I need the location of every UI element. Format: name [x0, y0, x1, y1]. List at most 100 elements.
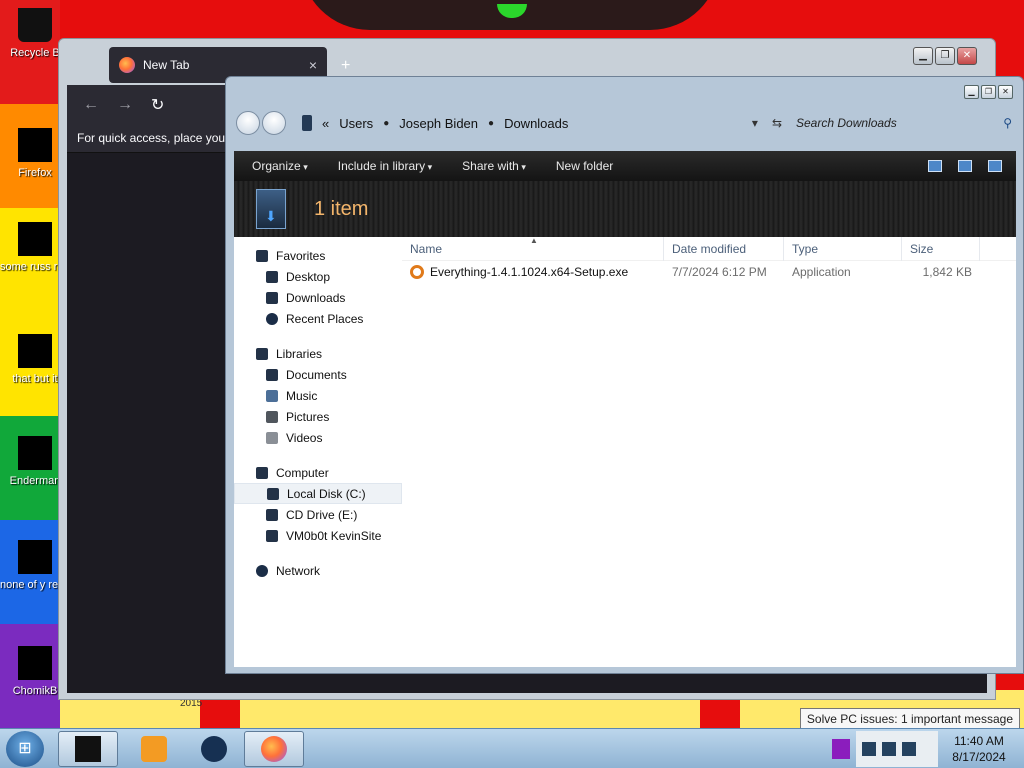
- back-button[interactable]: [236, 111, 260, 135]
- include-in-library-button[interactable]: Include in library: [338, 159, 432, 173]
- nav-favorites[interactable]: Favorites: [234, 245, 402, 266]
- minimize-button[interactable]: ▁: [964, 85, 979, 99]
- nav-label: Videos: [286, 430, 323, 445]
- refresh-icon[interactable]: ⇆: [772, 116, 782, 130]
- back-icon[interactable]: ←: [83, 96, 99, 114]
- change-view-icon[interactable]: [928, 160, 942, 172]
- search-input[interactable]: Search Downloads ⚲: [790, 112, 1016, 134]
- window-controls: ▁ ❐ ✕: [964, 85, 1013, 99]
- nav-group-favorites: Favorites Desktop Downloads Recent Place…: [234, 245, 402, 329]
- taskbar-media-player[interactable]: [124, 731, 184, 767]
- music-icon: [266, 389, 278, 402]
- sort-ascending-icon: ▲: [530, 235, 538, 245]
- nav-label: Network: [276, 563, 321, 578]
- share-with-button[interactable]: Share with: [462, 159, 526, 173]
- taskbar-firefox[interactable]: [244, 731, 304, 767]
- recent-places-icon: [266, 312, 278, 325]
- column-headers: ▲ Name Date modified Type Size: [402, 236, 1016, 261]
- explorer-icon: [75, 736, 101, 762]
- nav-libraries[interactable]: Libraries: [234, 343, 402, 364]
- address-actions: ▾ ⇆: [752, 116, 782, 130]
- action-center-flag-icon[interactable]: [832, 739, 850, 759]
- folder-banner: 1 item: [234, 181, 1016, 237]
- explorer-titlebar[interactable]: ▁ ❐ ✕: [226, 77, 1023, 101]
- nav-downloads[interactable]: Downloads: [234, 287, 402, 308]
- display-tray-icon[interactable]: [882, 742, 896, 756]
- nav-label: Downloads: [286, 290, 346, 305]
- clock[interactable]: 11:40 AM 8/17/2024: [944, 733, 1014, 765]
- search-icon[interactable]: ⚲: [1003, 116, 1012, 130]
- nav-local-disk[interactable]: Local Disk (C:): [234, 483, 402, 504]
- forward-button[interactable]: [262, 111, 286, 135]
- breadcrumb-separator[interactable]: ●: [383, 118, 389, 129]
- nav-label: Desktop: [286, 269, 331, 284]
- close-button[interactable]: ✕: [998, 85, 1013, 99]
- help-icon[interactable]: [988, 160, 1002, 172]
- column-type[interactable]: Type: [784, 236, 902, 261]
- column-size[interactable]: Size: [902, 236, 980, 261]
- breadcrumb-item-users[interactable]: Users: [339, 116, 373, 131]
- nav-documents[interactable]: Documents: [234, 364, 402, 385]
- breadcrumb[interactable]: « Users ● Joseph Biden ● Downloads: [302, 110, 752, 136]
- command-bar: Organize Include in library Share with N…: [234, 151, 1016, 181]
- notification-tooltip: Solve PC issues: 1 important message: [799, 708, 1020, 730]
- taskbar-explorer[interactable]: [58, 731, 118, 767]
- column-label: Name: [410, 241, 443, 256]
- forward-icon[interactable]: →: [117, 96, 133, 114]
- media-player-icon: [141, 736, 167, 762]
- nav-music[interactable]: Music: [234, 385, 402, 406]
- recycle-bin-icon: [18, 8, 52, 42]
- firefox-icon: [119, 57, 135, 73]
- nav-label: Favorites: [276, 248, 326, 263]
- clock-time: 11:40 AM: [954, 734, 1004, 748]
- taskbar-globe[interactable]: [184, 731, 244, 767]
- desktop-icon: [266, 270, 278, 283]
- history-dropdown-icon[interactable]: ▾: [752, 116, 758, 130]
- network-drive-icon: [266, 529, 278, 542]
- maximize-button[interactable]: ❐: [981, 85, 996, 99]
- window-controls: ▁ ❐ ✕: [913, 47, 977, 65]
- close-tab-icon[interactable]: ×: [309, 57, 317, 73]
- preview-pane-icon[interactable]: [958, 160, 972, 172]
- explorer-window[interactable]: ▁ ❐ ✕ « Users ● Joseph Biden ● Downloads…: [225, 76, 1024, 674]
- nav-desktop[interactable]: Desktop: [234, 266, 402, 287]
- file-icon: [18, 540, 52, 574]
- nav-videos[interactable]: Videos: [234, 427, 402, 448]
- nav-computer[interactable]: Computer: [234, 462, 402, 483]
- file-icon: [18, 334, 52, 368]
- new-tab-button[interactable]: +: [341, 57, 350, 75]
- address-row: « Users ● Joseph Biden ● Downloads ▾ ⇆ S…: [236, 105, 1016, 141]
- breadcrumb-item-downloads[interactable]: Downloads: [504, 116, 568, 131]
- network-tray-icon[interactable]: [862, 742, 876, 756]
- downloads-folder-icon: [256, 189, 286, 229]
- nav-cd-drive[interactable]: CD Drive (E:): [234, 504, 402, 525]
- column-name[interactable]: ▲ Name: [402, 236, 664, 261]
- tray-icons: [856, 731, 938, 767]
- nav-pictures[interactable]: Pictures: [234, 406, 402, 427]
- nav-network[interactable]: Network: [234, 560, 402, 581]
- column-date-modified[interactable]: Date modified: [664, 236, 784, 261]
- nav-recent-places[interactable]: Recent Places: [234, 308, 402, 329]
- close-button[interactable]: ✕: [957, 47, 977, 65]
- maximize-button[interactable]: ❐: [935, 47, 955, 65]
- file-row[interactable]: Everything-1.4.1.1024.x64-Setup.exe 7/7/…: [402, 261, 1016, 283]
- firefox-icon: [18, 128, 52, 162]
- hard-drive-icon: [267, 487, 279, 500]
- start-button[interactable]: ⊞: [6, 731, 44, 767]
- organize-button[interactable]: Organize: [252, 159, 308, 173]
- file-name-cell: Everything-1.4.1.1024.x64-Setup.exe: [402, 265, 664, 279]
- breadcrumb-separator[interactable]: ●: [488, 118, 494, 129]
- breadcrumb-prefix[interactable]: «: [322, 116, 329, 131]
- network-icon: [256, 564, 268, 577]
- breadcrumb-item-user[interactable]: Joseph Biden: [399, 116, 478, 131]
- file-type: Application: [792, 265, 851, 279]
- nav-label: CD Drive (E:): [286, 507, 358, 522]
- new-folder-button[interactable]: New folder: [556, 159, 613, 173]
- view-controls: [928, 160, 1002, 172]
- nav-group-computer: Computer Local Disk (C:) CD Drive (E:) V…: [234, 462, 402, 546]
- reload-icon[interactable]: ↻: [151, 95, 164, 115]
- search-app-icon: [410, 265, 424, 279]
- volume-tray-icon[interactable]: [902, 742, 916, 756]
- minimize-button[interactable]: ▁: [913, 47, 933, 65]
- nav-network-drive[interactable]: VM0b0t KevinSite: [234, 525, 402, 546]
